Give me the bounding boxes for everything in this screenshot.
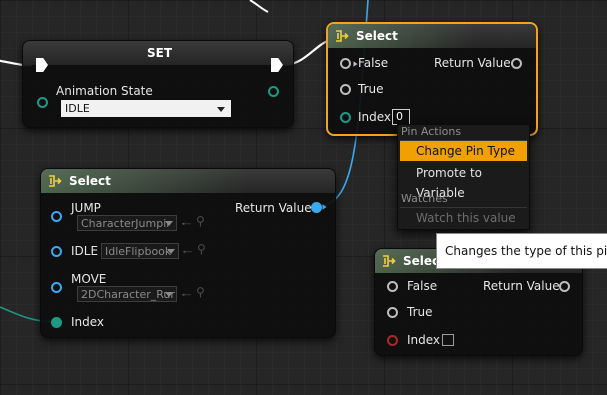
promote-to-variable-item[interactable]: Promote to Variable [400, 163, 527, 200]
animation-state-value: IDLE [65, 102, 90, 115]
index-value-field[interactable]: 0 [392, 109, 410, 125]
animation-state-output-pin[interactable] [268, 86, 279, 97]
select-node-top-title: Select [356, 29, 398, 43]
index-input-pin[interactable] [51, 317, 62, 328]
index-label: Index [407, 333, 441, 347]
magnifier-icon[interactable]: ⚲ [196, 285, 205, 299]
select-node-main-title: Select [69, 174, 111, 188]
true-label: True [407, 305, 433, 319]
false-pin-arrow [353, 61, 358, 67]
jump-asset-value: CharacterJumpir [81, 217, 171, 230]
return-value-label: Return Value [235, 201, 312, 215]
index-checkbox[interactable] [442, 334, 454, 346]
false-label: False [358, 56, 389, 70]
jump-asset-combo[interactable]: CharacterJumpir [77, 215, 177, 231]
move-label: MOVE [71, 272, 107, 286]
set-node-title: SET [147, 46, 173, 60]
select-node-icon [383, 255, 396, 267]
idle-asset-combo[interactable]: IdleFlipbook [101, 243, 179, 259]
magnifier-icon[interactable]: ⚲ [197, 242, 206, 256]
true-input-pin[interactable] [387, 307, 398, 318]
false-label: False [407, 279, 438, 293]
idle-asset-value: IdleFlipbook [105, 245, 172, 258]
return-pin-arrow [322, 204, 327, 210]
jump-input-pin[interactable] [51, 211, 62, 222]
jump-label: JUMP [71, 201, 101, 215]
arrow-left-icon[interactable]: 🠐 [181, 215, 192, 236]
change-pin-type-item[interactable]: Change Pin Type [400, 141, 527, 161]
return-value-label: Return Value [434, 56, 511, 70]
arrow-left-icon[interactable]: 🠐 [182, 243, 193, 264]
idle-input-pin[interactable] [51, 246, 62, 257]
select-node-top-header[interactable]: Select [328, 24, 536, 48]
magnifier-icon[interactable]: ⚲ [196, 214, 205, 228]
chevron-down-icon [217, 107, 225, 112]
move-input-pin[interactable] [51, 282, 62, 293]
set-node[interactable]: SET Animation State IDLE [22, 40, 294, 128]
idle-label: IDLE [71, 244, 99, 258]
select-node-icon [336, 30, 349, 42]
false-input-pin[interactable] [340, 58, 351, 69]
return-value-output-pin[interactable] [559, 281, 570, 292]
select-node-main-header[interactable]: Select [41, 169, 335, 193]
change-pin-type-tooltip: Changes the type of this pin (b [436, 233, 607, 269]
exec-wire-top [249, 0, 269, 13]
pin-actions-heading: Pin Actions [401, 125, 462, 138]
select-node-main[interactable]: Select JUMP CharacterJumpir 🠐 ⚲ Return V… [40, 168, 336, 338]
return-value-label: Return Value [483, 279, 560, 293]
select-node-icon [49, 175, 62, 187]
return-value-output-pin[interactable] [311, 202, 322, 213]
animation-state-label: Animation State [56, 84, 153, 98]
watch-this-value-item[interactable]: Watch this value [400, 208, 527, 228]
index-input-pin[interactable] [340, 112, 351, 123]
index-input-pin[interactable] [387, 335, 398, 346]
true-input-pin[interactable] [340, 84, 351, 95]
animation-state-input-pin[interactable] [37, 97, 48, 108]
animation-state-dropdown[interactable]: IDLE [60, 99, 232, 118]
arrow-left-icon[interactable]: 🠐 [181, 286, 192, 307]
true-label: True [358, 82, 384, 96]
move-asset-value: 2DCharacter_Rur [81, 288, 175, 301]
chevron-down-icon [165, 292, 173, 297]
return-value-output-pin[interactable] [511, 58, 522, 69]
index-label: Index [71, 315, 105, 329]
false-input-pin[interactable] [387, 281, 398, 292]
select-node-bottom-title: Selec [403, 254, 440, 268]
index-label: Index [358, 110, 392, 124]
move-asset-combo[interactable]: 2DCharacter_Rur [77, 286, 177, 302]
select-node-top[interactable]: Select False Return Value True Index 0 [326, 22, 538, 136]
chevron-down-icon [167, 249, 175, 254]
pin-context-menu: Pin Actions Change Pin Type Promote to V… [397, 124, 530, 230]
set-node-header[interactable]: SET [23, 41, 293, 65]
watches-heading: Watches [401, 192, 448, 205]
chevron-down-icon [165, 221, 173, 226]
